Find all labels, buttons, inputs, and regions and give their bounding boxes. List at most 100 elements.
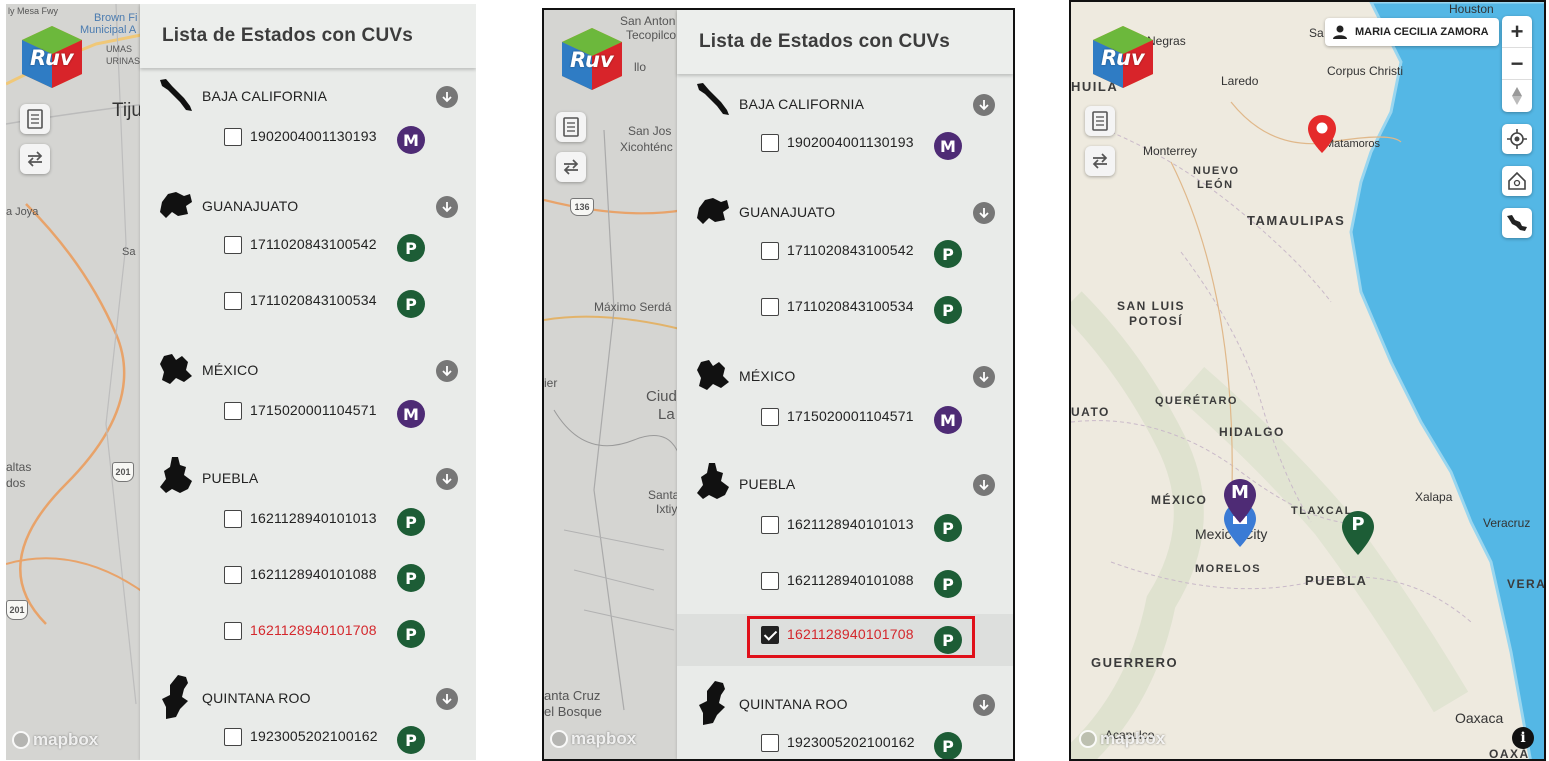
cuv-checkbox[interactable] (761, 572, 779, 590)
cuv-item[interactable]: 1715020001104571 M (677, 398, 1013, 438)
cuv-checkbox[interactable] (761, 298, 779, 316)
pin-label: M (1231, 482, 1249, 503)
state-name: MÉXICO (202, 362, 259, 378)
collapse-button[interactable] (436, 196, 458, 218)
cuv-checkbox[interactable] (761, 242, 779, 260)
map-pin-m[interactable]: M (1223, 478, 1257, 524)
mapbox-attribution[interactable]: mapbox (12, 730, 98, 750)
cuv-item[interactable]: 1923005202100162 P (677, 724, 1013, 759)
cuv-item[interactable]: 1711020843100534 P (677, 288, 1013, 328)
map-label: MORELOS (1195, 563, 1262, 575)
cuv-item[interactable]: 1621128940101013 P (140, 500, 476, 540)
book-button[interactable] (1085, 106, 1115, 136)
map-label: Ixtiy (656, 502, 678, 516)
cuv-number: 1715020001104571 (787, 408, 914, 424)
collapse-button[interactable] (973, 202, 995, 224)
collapse-button[interactable] (973, 474, 995, 496)
cuv-item[interactable]: 1711020843100542 P (140, 226, 476, 266)
cuv-checkbox[interactable] (224, 566, 242, 584)
cuv-item[interactable]: 1621128940101088 P (140, 556, 476, 596)
ruv-logo: Ruv (20, 24, 84, 90)
state-name: MÉXICO (739, 368, 796, 384)
cuv-number: 1711020843100542 (787, 242, 914, 258)
cuv-checkbox[interactable] (224, 510, 242, 528)
collapse-button[interactable] (436, 86, 458, 108)
mapbox-attribution[interactable]: mapbox (550, 729, 636, 749)
country-view-button[interactable] (1502, 208, 1532, 238)
swap-button[interactable] (556, 152, 586, 182)
cuv-item[interactable]: 1902004001130193 M (140, 118, 476, 158)
swap-icon (27, 151, 43, 167)
quintana-roo-shape-icon (162, 675, 188, 719)
locate-button[interactable] (1502, 124, 1532, 154)
cuv-number: 1923005202100162 (250, 728, 378, 744)
collapse-button[interactable] (973, 694, 995, 716)
cuv-type-badge: P (934, 570, 962, 598)
cuv-checkbox[interactable] (224, 402, 242, 420)
zoom-in-button[interactable]: + (1502, 16, 1532, 48)
arrow-down-icon (979, 100, 989, 111)
logo-text: Ruv (1101, 46, 1145, 70)
mexico-state-shape-icon (160, 354, 192, 384)
cuv-checkbox[interactable] (761, 516, 779, 534)
cuv-item-selected[interactable]: 1621128940101708 P (677, 614, 1013, 666)
collapse-button[interactable] (436, 360, 458, 382)
cuv-checkbox-checked[interactable] (761, 626, 779, 644)
collapse-button[interactable] (436, 468, 458, 490)
cuv-checkbox[interactable] (224, 728, 242, 746)
map-label: altas (6, 460, 32, 474)
cuv-item[interactable]: 1711020843100542 P (677, 232, 1013, 272)
highway-shield: 136 (570, 198, 594, 216)
state-name: GUANAJUATO (739, 204, 836, 220)
map-label: TAMAULIPAS (1247, 213, 1346, 228)
cuv-type-badge: P (934, 240, 962, 268)
collapse-button[interactable] (973, 366, 995, 388)
states-panel: Lista de Estados con CUVs BAJA CALIFORNI… (677, 10, 1013, 759)
ruv-logo: Ruv (560, 26, 624, 92)
cuv-item[interactable]: 1621128940101088 P (677, 562, 1013, 602)
map[interactable]: iedras Negras Houston Sa Corpus Christi … (1071, 2, 1544, 759)
cuv-checkbox[interactable] (761, 734, 779, 752)
cuv-number: 1711020843100534 (250, 292, 377, 308)
cuv-item[interactable]: 1621128940101013 P (677, 506, 1013, 546)
swap-button[interactable] (1085, 146, 1115, 176)
map-label: Monterrey (1143, 144, 1198, 158)
cuv-checkbox[interactable] (224, 292, 242, 310)
cuv-number: 1621128940101088 (787, 572, 914, 588)
map-pin-p[interactable]: P (1341, 510, 1375, 556)
cuv-item[interactable]: 1923005202100162 P (140, 718, 476, 758)
swap-button[interactable] (20, 144, 50, 174)
cuv-item[interactable]: 1715020001104571 M (140, 392, 476, 432)
cuv-item[interactable]: 1711020843100534 P (140, 282, 476, 322)
compass-button[interactable] (1502, 80, 1532, 112)
info-button[interactable]: i (1512, 727, 1534, 749)
cuv-checkbox[interactable] (761, 134, 779, 152)
state-name: QUINTANA ROO (202, 690, 311, 706)
cuv-checkbox[interactable] (761, 408, 779, 426)
collapse-button[interactable] (436, 688, 458, 710)
mapbox-attribution[interactable]: mapbox (1079, 729, 1165, 749)
cuv-checkbox[interactable] (224, 622, 242, 640)
cuv-number-highlighted: 1621128940101708 (787, 626, 914, 642)
swap-icon (563, 159, 579, 175)
map-label: Veracruz (1483, 516, 1531, 530)
cuv-type-badge: P (934, 514, 962, 542)
cuv-checkbox[interactable] (224, 236, 242, 254)
arrow-down-icon (979, 700, 989, 711)
map-label: Houston (1449, 2, 1494, 16)
cuv-type-badge: P (397, 620, 425, 648)
locate-icon (1507, 129, 1527, 149)
cuv-item[interactable]: 1621128940101708 P (140, 612, 476, 652)
cuv-checkbox[interactable] (224, 128, 242, 146)
cuv-number: 1621128940101013 (250, 510, 377, 526)
map-pin-selected[interactable] (1307, 114, 1337, 154)
map-label: NUEVO (1193, 165, 1240, 177)
user-menu[interactable]: MARIA CECILIA ZAMORA (1325, 18, 1499, 46)
home-button[interactable] (1502, 166, 1532, 196)
book-button[interactable] (20, 104, 50, 134)
map-label: Xicohténc (620, 140, 673, 154)
collapse-button[interactable] (973, 94, 995, 116)
cuv-item[interactable]: 1902004001130193 M (677, 124, 1013, 164)
zoom-out-button[interactable]: − (1502, 48, 1532, 80)
book-button[interactable] (556, 112, 586, 142)
